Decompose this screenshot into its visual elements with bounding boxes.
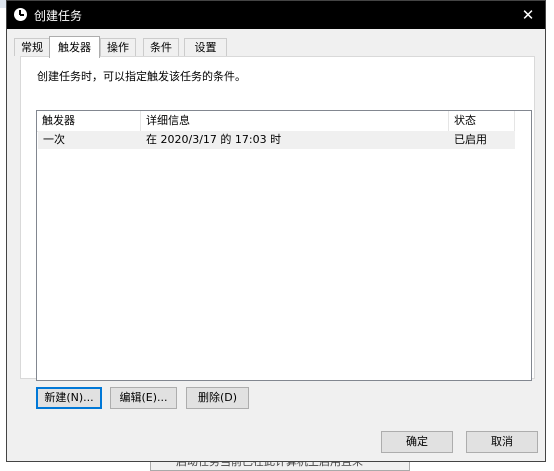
triggers-panel: 创建任务时，可以指定触发该任务的条件。 触发器 详细信息 状态 一次 在 202…: [20, 56, 535, 409]
delete-trigger-button[interactable]: 删除(D): [186, 387, 249, 409]
cell-status: 已启用: [454, 133, 487, 146]
table-row[interactable]: 一次 在 2020/3/17 的 17:03 时 已启用: [38, 131, 515, 149]
column-header-details[interactable]: 详细信息: [141, 111, 449, 131]
close-button[interactable]: ✕: [517, 4, 539, 26]
create-task-dialog: 创建任务 ✕ 常规 触发器 操作 条件 设置 创建任务时，可以指定触发该任务的条…: [6, 0, 546, 462]
edit-trigger-button[interactable]: 编辑(E)...: [110, 387, 177, 409]
tab-settings[interactable]: 设置: [184, 38, 227, 56]
tab-triggers[interactable]: 触发器: [49, 36, 100, 58]
tab-general[interactable]: 常规: [14, 38, 50, 56]
column-header-status[interactable]: 状态: [449, 111, 515, 131]
column-header-trigger[interactable]: 触发器: [37, 111, 141, 131]
tab-actions[interactable]: 操作: [100, 38, 136, 56]
title-bar[interactable]: 创建任务 ✕: [7, 1, 545, 29]
new-trigger-button[interactable]: 新建(N)...: [36, 387, 102, 409]
cancel-button[interactable]: 取消: [466, 431, 538, 453]
triggers-list[interactable]: 触发器 详细信息 状态 一次 在 2020/3/17 的 17:03 时 已启用: [36, 110, 532, 381]
ok-button[interactable]: 确定: [381, 431, 453, 453]
panel-description: 创建任务时，可以指定触发该任务的条件。: [37, 70, 246, 83]
cell-details: 在 2020/3/17 的 17:03 时: [146, 133, 282, 146]
tab-conditions[interactable]: 条件: [143, 38, 179, 56]
cell-trigger: 一次: [43, 133, 65, 146]
window-title: 创建任务: [34, 9, 83, 23]
clock-icon: [14, 8, 27, 21]
list-header: 触发器 详细信息 状态: [37, 111, 515, 132]
